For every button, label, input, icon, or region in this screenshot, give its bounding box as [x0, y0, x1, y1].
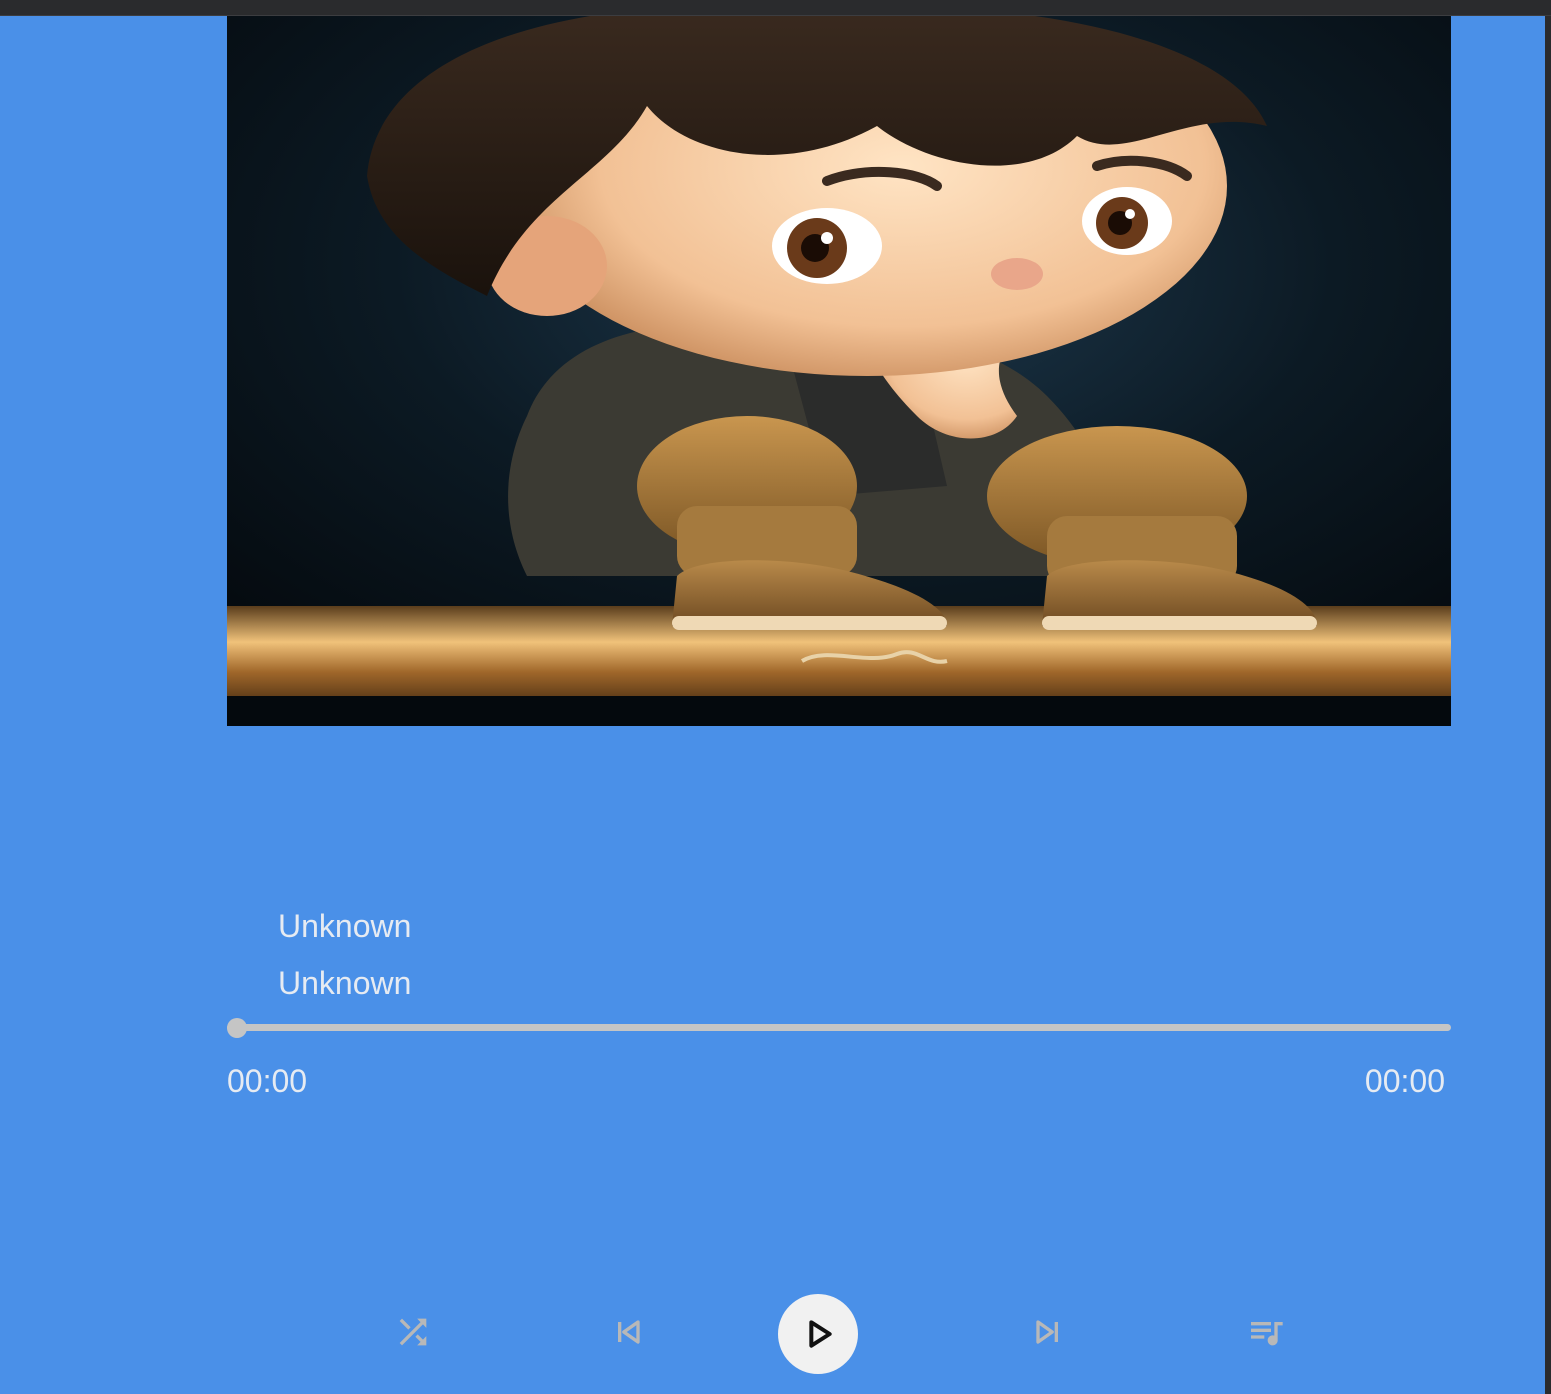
progress-slider[interactable] [227, 1014, 1451, 1042]
progress-thumb[interactable] [227, 1018, 247, 1038]
current-time: 00:00 [227, 1063, 308, 1099]
skip-previous-icon [618, 1320, 640, 1344]
queue-button[interactable] [1240, 1307, 1292, 1357]
window-edge [1545, 16, 1551, 1394]
window-top-bar [0, 0, 1551, 16]
track-artist: Unknown [278, 965, 412, 1001]
track-title: Unknown [278, 908, 412, 944]
play-button[interactable] [778, 1294, 858, 1374]
progress-track[interactable] [227, 1024, 1451, 1031]
next-button[interactable] [1023, 1307, 1073, 1357]
album-art [227, 16, 1451, 726]
skip-next-icon [1036, 1320, 1058, 1344]
total-time: 00:00 [1364, 1063, 1445, 1099]
shuffle-icon [399, 1318, 427, 1346]
queue-music-icon [1251, 1322, 1283, 1346]
shuffle-button[interactable] [388, 1307, 438, 1357]
play-icon [809, 1320, 832, 1348]
previous-button[interactable] [603, 1307, 653, 1357]
music-player: Unknown Unknown 00:00 00:00 [0, 16, 1545, 1394]
